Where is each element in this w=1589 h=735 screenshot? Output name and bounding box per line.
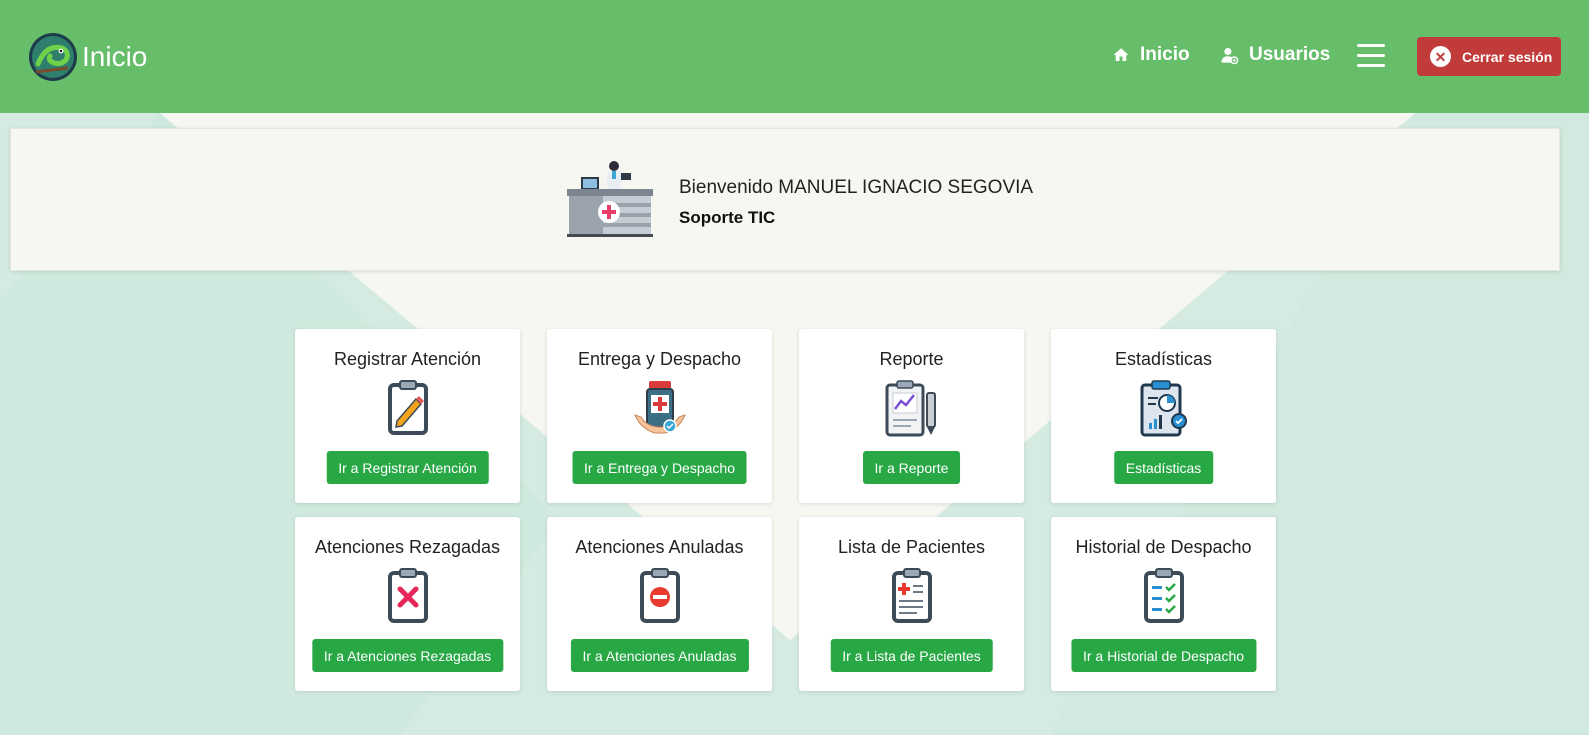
card-title: Estadísticas [1114,349,1213,369]
card-title: Atenciones Anuladas [575,537,744,557]
clipboard-pencil-icon [388,380,428,435]
logout-button[interactable]: ✕ Cerrar sesión [1417,37,1561,76]
card-atenciones-anuladas: Atenciones Anuladas Ir a Atenciones Anul… [547,517,772,691]
brand[interactable]: Inicio [28,32,147,82]
go-registrar-atencion-button[interactable]: Ir a Registrar Atención [326,451,489,484]
chameleon-logo-icon [29,33,77,81]
close-circle-icon: ✕ [1430,46,1451,67]
card-estadisticas: Estadísticas Estadísticas [1051,329,1276,503]
card-registrar-atencion: Registrar Atención Ir a Registrar Atenci… [295,329,520,503]
nav-link-label: Inicio [1140,44,1190,65]
card-reporte: Reporte Ir a Reporte [799,329,1024,503]
go-atenciones-anuladas-button[interactable]: Ir a Atenciones Anuladas [570,639,749,672]
report-chart-icon [885,380,936,437]
clipboard-x-icon [388,568,428,623]
card-lista-pacientes: Lista de Pacientes Ir a Lista de Pacient… [799,517,1024,691]
go-atenciones-rezagadas-button[interactable]: Ir a Atenciones Rezagadas [311,639,504,672]
card-title: Registrar Atención [333,349,482,369]
go-lista-pacientes-button[interactable]: Ir a Lista de Pacientes [830,639,993,672]
nav-link-label: Usuarios [1249,44,1331,65]
go-entrega-despacho-button[interactable]: Ir a Entrega y Despacho [572,451,747,484]
reception-desk-icon [567,161,653,237]
card-atenciones-rezagadas: Atenciones Rezagadas Ir a Atenciones Rez… [295,517,520,691]
go-historial-despacho-button[interactable]: Ir a Historial de Despacho [1070,639,1257,672]
hamburger-menu-icon[interactable] [1357,44,1385,68]
clipboard-minus-icon [640,568,680,623]
card-entrega-despacho: Entrega y Despacho Ir a Entrega y Despac… [547,329,772,503]
users-icon [1221,47,1239,64]
card-historial-despacho: Historial de Despacho Ir a Historial de … [1051,517,1276,691]
statistics-clipboard-icon [1140,380,1187,437]
clipboard-checklist-icon [1144,568,1184,623]
user-role: Soporte TIC [679,208,776,227]
clipboard-medical-icon [892,568,932,623]
nav-link-inicio[interactable]: Inicio [1112,44,1190,66]
home-icon [1113,48,1129,61]
card-title: Reporte [879,349,944,369]
top-navbar: Inicio Inicio Usuarios ✕ Cerrar sesión [0,0,1589,113]
card-title: Entrega y Despacho [577,349,742,369]
go-estadisticas-button[interactable]: Estadísticas [1113,451,1214,484]
card-title: Atenciones Rezagadas [314,537,501,557]
welcome-panel: Bienvenido MANUEL IGNACIO SEGOVIA Soport… [10,128,1560,271]
welcome-greeting: Bienvenido MANUEL IGNACIO SEGOVIA [679,177,1034,198]
nav-link-usuarios[interactable]: Usuarios [1220,44,1330,66]
go-reporte-button[interactable]: Ir a Reporte [862,451,961,484]
card-title: Lista de Pacientes [837,537,986,557]
medicine-hand-icon [634,381,686,434]
brand-title: Inicio [82,41,148,72]
card-title: Historial de Despacho [1075,537,1252,557]
logout-label: Cerrar sesión [1462,48,1553,65]
